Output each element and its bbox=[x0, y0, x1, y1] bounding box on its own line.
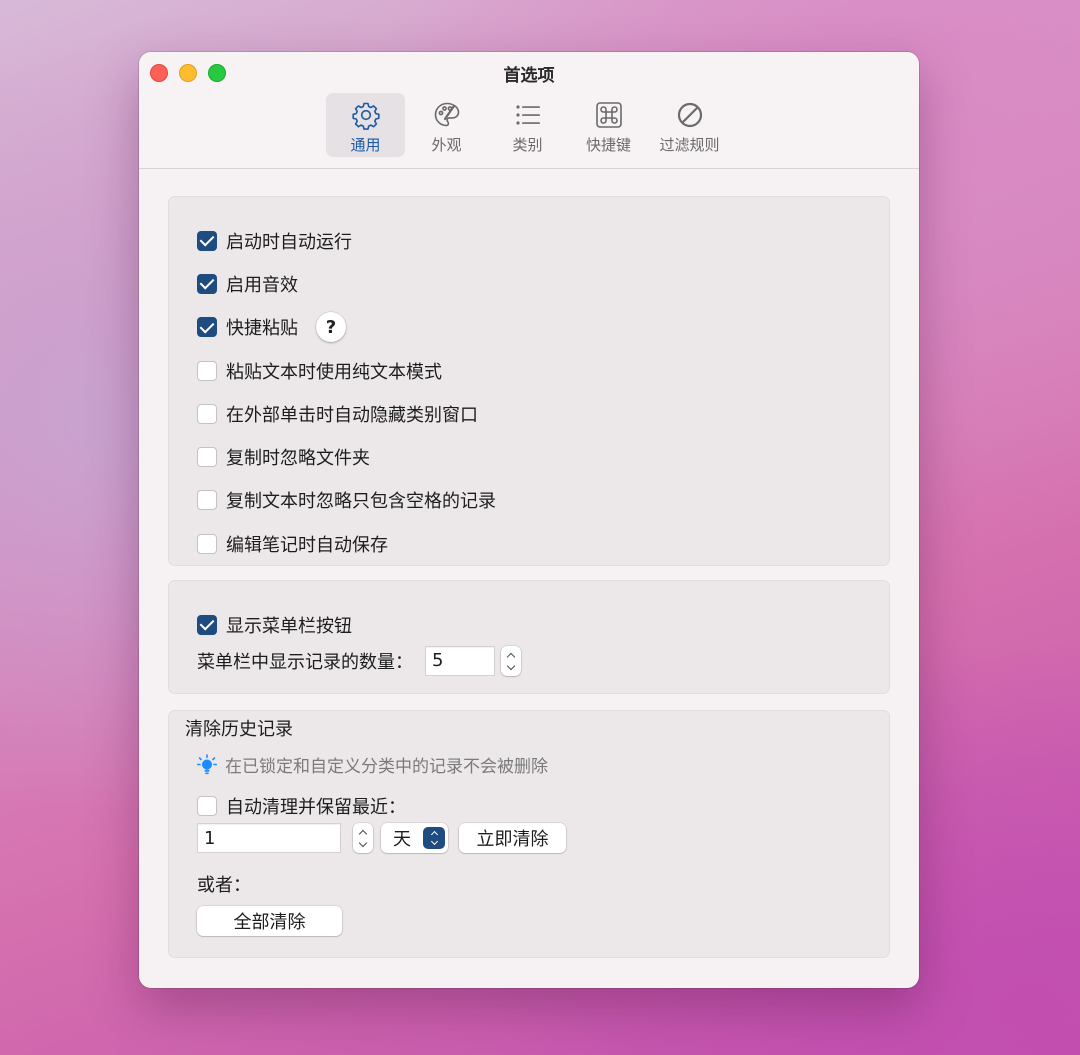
tab-appearance[interactable]: 外观 bbox=[407, 93, 486, 157]
preferences-window: 首选项 通用 外观 类别 快捷键 过滤规则 启动时自动运行 启用音效 快捷粘贴 … bbox=[139, 52, 919, 988]
unit-popup[interactable]: 天 bbox=[381, 823, 448, 853]
tab-general[interactable]: 通用 bbox=[326, 93, 405, 157]
prohibit-icon bbox=[677, 102, 702, 128]
history-tip: 在已锁定和自定义分类中的记录不会被删除 bbox=[197, 752, 548, 777]
tab-label: 通用 bbox=[350, 136, 381, 154]
option-label: 在外部单击时自动隐藏类别窗口 bbox=[226, 404, 478, 426]
option-sound-effects[interactable]: 启用音效 bbox=[169, 262, 889, 305]
clear-history-group: 清除历史记录 在已锁定和自定义分类中的记录不会被删除 自动清理并保留最近： 1 … bbox=[168, 710, 890, 958]
chevron-down-icon bbox=[358, 838, 368, 847]
menubar-count-label: 菜单栏中显示记录的数量： bbox=[197, 652, 413, 673]
option-label: 粘贴文本时使用纯文本模式 bbox=[226, 361, 442, 383]
tab-label: 快捷键 bbox=[585, 136, 631, 154]
menubar-count-input[interactable]: 5 bbox=[425, 646, 495, 676]
chevron-up-icon bbox=[506, 652, 516, 661]
help-button[interactable]: ? bbox=[316, 312, 346, 343]
menubar-count-row: 菜单栏中显示记录的数量： 5 bbox=[169, 646, 889, 676]
toolbar-tabs: 通用 外观 类别 快捷键 过滤规则 bbox=[326, 93, 729, 157]
lightbulb-icon bbox=[197, 753, 217, 774]
command-icon bbox=[595, 102, 622, 128]
window-title: 首选项 bbox=[503, 66, 555, 86]
clear-all-button[interactable]: 全部清除 bbox=[197, 906, 342, 936]
option-auto-hide-category-window[interactable]: 在外部单击时自动隐藏类别窗口 bbox=[169, 392, 889, 435]
or-label: 或者： bbox=[197, 875, 251, 896]
tab-label: 类别 bbox=[512, 136, 543, 154]
menubar-count-stepper[interactable] bbox=[501, 646, 521, 676]
gear-icon bbox=[351, 102, 380, 130]
title-bar: 首选项 通用 外观 类别 快捷键 过滤规则 bbox=[139, 52, 919, 169]
checkbox[interactable] bbox=[197, 614, 217, 635]
tab-label: 外观 bbox=[431, 136, 462, 154]
menubar-group: 显示菜单栏按钮 菜单栏中显示记录的数量： 5 bbox=[168, 580, 890, 694]
section-title: 清除历史记录 bbox=[185, 719, 293, 740]
list-icon bbox=[515, 105, 540, 125]
checkbox[interactable] bbox=[197, 403, 217, 424]
option-ignore-whitespace-records[interactable]: 复制文本时忽略只包含空格的记录 bbox=[169, 479, 889, 522]
checkbox[interactable] bbox=[197, 317, 217, 338]
option-launch-at-login[interactable]: 启动时自动运行 bbox=[169, 219, 889, 262]
tab-filter-rules[interactable]: 过滤规则 bbox=[650, 93, 729, 157]
chevron-down-icon bbox=[506, 661, 516, 670]
checkbox[interactable] bbox=[197, 490, 217, 511]
option-label: 自动清理并保留最近： bbox=[226, 796, 406, 818]
checkbox[interactable] bbox=[197, 795, 217, 816]
checkbox[interactable] bbox=[197, 533, 217, 554]
option-label: 启用音效 bbox=[226, 274, 298, 296]
checkbox[interactable] bbox=[197, 360, 217, 381]
option-auto-clean[interactable]: 自动清理并保留最近： bbox=[169, 784, 406, 827]
general-pane: 启动时自动运行 启用音效 快捷粘贴 ? 粘贴文本时使用纯文本模式 在外部单击时自… bbox=[139, 169, 919, 985]
option-label: 启动时自动运行 bbox=[226, 231, 352, 253]
chevron-up-icon bbox=[358, 829, 368, 838]
clear-now-button[interactable]: 立即清除 bbox=[459, 823, 566, 853]
checkbox[interactable] bbox=[197, 273, 217, 294]
keep-count-stepper[interactable] bbox=[353, 823, 373, 853]
option-label: 复制文本时忽略只包含空格的记录 bbox=[226, 491, 496, 513]
palette-icon bbox=[434, 102, 459, 127]
option-label: 复制时忽略文件夹 bbox=[226, 448, 370, 470]
tab-shortcuts[interactable]: 快捷键 bbox=[569, 93, 648, 157]
option-label: 快捷粘贴 bbox=[226, 318, 298, 340]
unit-value: 天 bbox=[393, 829, 411, 850]
option-quick-paste[interactable]: 快捷粘贴 ? bbox=[169, 306, 889, 349]
tab-categories[interactable]: 类别 bbox=[488, 93, 567, 157]
option-label: 显示菜单栏按钮 bbox=[226, 615, 352, 637]
option-autosave-notes[interactable]: 编辑笔记时自动保存 bbox=[169, 522, 889, 565]
option-show-menubar-button[interactable]: 显示菜单栏按钮 bbox=[169, 603, 889, 646]
tip-text: 在已锁定和自定义分类中的记录不会被删除 bbox=[225, 757, 548, 777]
option-ignore-folders[interactable]: 复制时忽略文件夹 bbox=[169, 435, 889, 478]
checkbox[interactable] bbox=[197, 447, 217, 468]
tab-label: 过滤规则 bbox=[659, 136, 720, 154]
option-label: 编辑笔记时自动保存 bbox=[226, 534, 388, 556]
checkbox[interactable] bbox=[197, 230, 217, 251]
general-options-group: 启动时自动运行 启用音效 快捷粘贴 ? 粘贴文本时使用纯文本模式 在外部单击时自… bbox=[168, 196, 890, 566]
popup-chevrons-icon bbox=[423, 827, 445, 849]
option-plain-text-paste[interactable]: 粘贴文本时使用纯文本模式 bbox=[169, 349, 889, 392]
keep-count-input[interactable]: 1 bbox=[197, 823, 341, 853]
auto-clean-controls: 1 天 立即清除 bbox=[197, 823, 566, 853]
